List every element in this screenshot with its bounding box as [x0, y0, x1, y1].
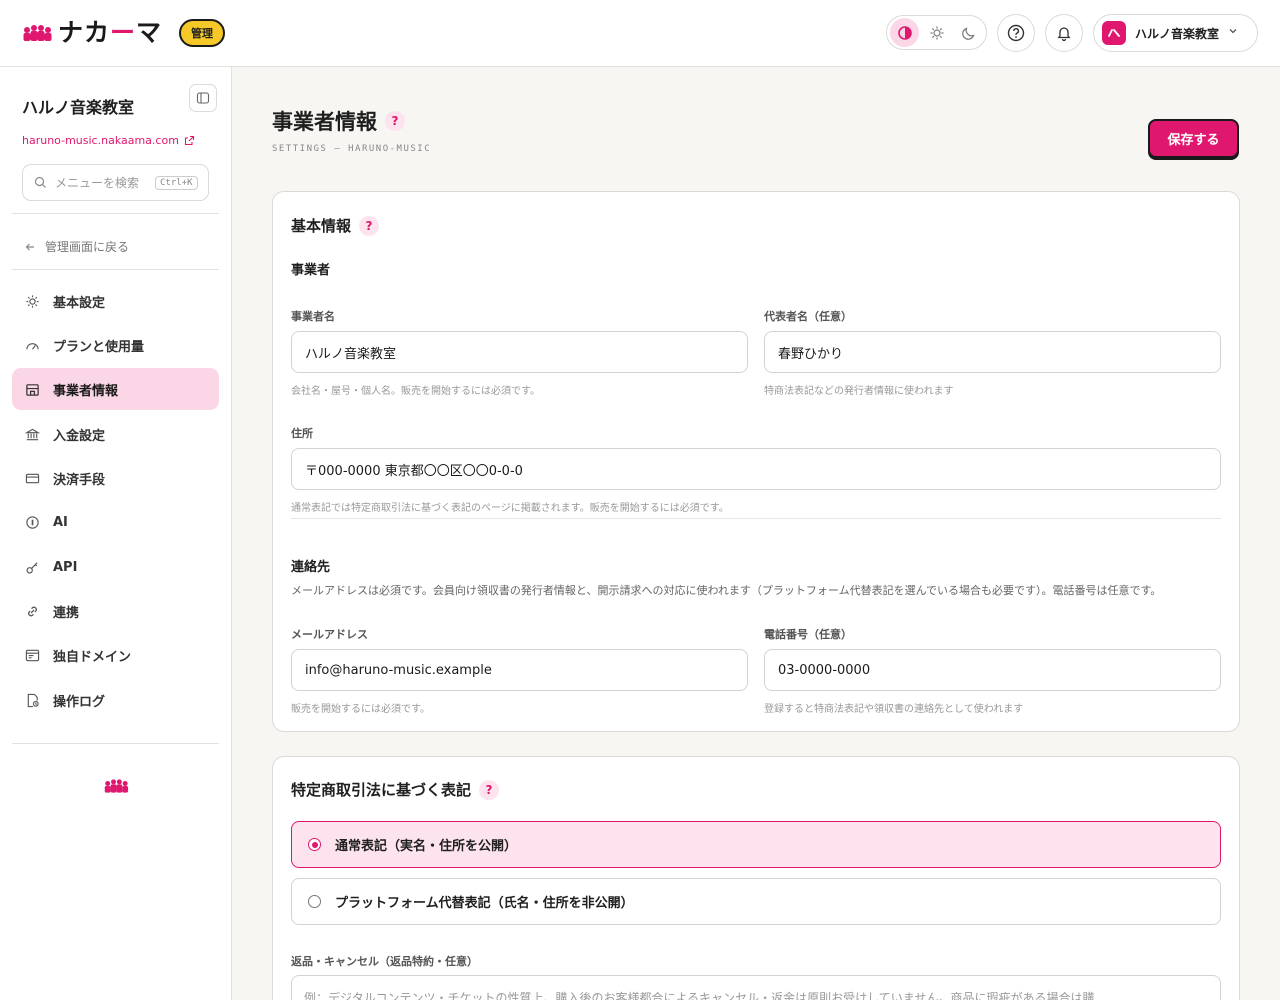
link-icon [28, 606, 37, 616]
sun-icon[interactable] [922, 18, 951, 47]
sidebar-item-integrations[interactable]: 連携 [12, 590, 219, 632]
contrast-icon[interactable] [890, 18, 919, 47]
bank-icon [25, 428, 40, 440]
save-button[interactable]: 保存する [1148, 119, 1239, 158]
search-icon [34, 176, 46, 188]
contact-description: メールアドレスは必須です。会員向け領収書の発行者情報と、開示請求への対応に使われ… [291, 584, 1162, 597]
page-title: 事業者情報 ? [272, 106, 405, 136]
shop-avatar-icon [1102, 21, 1126, 45]
sidebar-item-basic-settings[interactable]: 基本設定 [12, 280, 219, 322]
section-title-business: 事業者 [291, 263, 331, 278]
radio-button[interactable] [308, 895, 321, 908]
returns-label: 返品・キャンセル（返品特約・任意） [291, 955, 478, 968]
sidebar: ハルノ音楽教室 haruno-music.nakaama.com Ctrl+K … [0, 67, 232, 1000]
theme-switcher [886, 15, 987, 50]
option-normal-notation[interactable]: 通常表記（実名・住所を公開） [291, 821, 1221, 868]
people-logo-icon [102, 776, 130, 800]
basic-info-card: 基本情報 ? 事業者 事業者名 ハルノ音楽教室 会社名・屋号・個人名。販売を開始… [272, 191, 1240, 732]
representative-input[interactable]: 春野ひかり [764, 331, 1221, 373]
card-title: 基本情報 ? [291, 215, 380, 236]
menu-search-input[interactable] [55, 175, 155, 190]
email-label: メールアドレス [291, 628, 368, 641]
sidebar-divider [12, 743, 219, 744]
representative-hint: 特商法表記などの発行者情報に使われます [764, 386, 954, 397]
address-label: 住所 [291, 427, 313, 440]
sidebar-item-payment-methods[interactable]: 決済手段 [12, 457, 219, 499]
chevron-down-icon [1227, 25, 1239, 41]
external-link-icon [184, 135, 194, 146]
business-name-input[interactable]: ハルノ音楽教室 [291, 331, 748, 373]
back-to-admin-link[interactable]: 管理画面に戻る [24, 238, 129, 255]
sidebar-divider [12, 213, 219, 214]
option-label: プラットフォーム代替表記（氏名・住所を非公開） [335, 896, 634, 911]
bell-icon [1057, 27, 1071, 42]
domain-icon [25, 649, 40, 661]
option-platform-notation[interactable]: プラットフォーム代替表記（氏名・住所を非公開） [291, 878, 1221, 925]
help-icon[interactable]: ? [359, 215, 380, 236]
business-name-label: 事業者名 [291, 310, 335, 323]
log-icon [27, 693, 39, 707]
phone-hint: 登録すると特商法表記や領収書の連絡先として使われます [764, 704, 1024, 715]
help-button[interactable] [997, 14, 1035, 52]
representative-label: 代表者名（任意） [764, 310, 852, 323]
account-name: ハルノ音楽教室 [1135, 26, 1220, 41]
sidebar-divider [12, 269, 219, 270]
help-icon [1007, 24, 1025, 42]
ai-icon [26, 515, 39, 529]
sun-icon [26, 294, 39, 308]
sidebar-item-business-info[interactable]: 事業者情報 [12, 368, 219, 410]
phone-label: 電話番号（任意） [764, 628, 852, 641]
gauge-icon [26, 342, 39, 350]
top-bar: ナカーマ 管理 ハルノ音楽教室 [0, 0, 1280, 67]
moon-icon[interactable] [954, 18, 983, 47]
shortcut-hint: Ctrl+K [155, 175, 198, 190]
section-title-contact: 連絡先 [291, 560, 331, 575]
sidebar-panel-icon [196, 92, 210, 104]
radio-button-selected[interactable] [308, 838, 321, 851]
sidebar-shop-name: ハルノ音楽教室 [22, 98, 135, 117]
logo-text: ナカーマ [58, 18, 163, 47]
address-input[interactable]: 〒000-0000 東京都〇〇区〇〇0-0-0 [291, 448, 1221, 490]
account-switcher[interactable]: ハルノ音楽教室 [1093, 14, 1258, 52]
credit-card-icon [25, 473, 40, 483]
address-hint: 通常表記では特定商取引法に基づく表記のページに掲載されます。販売を開始するには必… [291, 503, 729, 514]
store-icon [26, 383, 39, 396]
key-icon [26, 561, 38, 573]
phone-input[interactable]: 03-0000-0000 [764, 649, 1221, 691]
sidebar-item-activity-log[interactable]: 操作ログ [12, 679, 219, 721]
sidebar-item-custom-domain[interactable]: 独自ドメイン [12, 634, 219, 676]
sidebar-item-payout-settings[interactable]: 入金設定 [12, 413, 219, 455]
admin-badge: 管理 [179, 19, 225, 47]
help-icon[interactable]: ? [479, 779, 500, 800]
section-divider [291, 518, 1221, 519]
site-url-link[interactable]: haruno-music.nakaama.com [22, 134, 195, 147]
brand-logo[interactable]: ナカーマ [22, 18, 162, 48]
sidebar-toggle-button[interactable] [189, 84, 217, 112]
people-logo-icon [22, 21, 52, 45]
card-title: 特定商取引法に基づく表記 ? [291, 779, 500, 800]
arrow-left-icon [25, 243, 34, 250]
notifications-button[interactable] [1045, 14, 1083, 52]
sidebar-item-api[interactable]: API [12, 546, 219, 588]
returns-textarea[interactable]: 例：デジタルコンテンツ・チケットの性質上、購入後のお客様都合によるキャンセル・返… [291, 975, 1221, 1000]
email-input[interactable]: info@haruno-music.example [291, 649, 748, 691]
legal-notation-card: 特定商取引法に基づく表記 ? 通常表記（実名・住所を公開） プラットフォーム代替… [272, 756, 1240, 1000]
business-name-hint: 会社名・屋号・個人名。販売を開始するには必須です。 [291, 386, 540, 397]
help-icon[interactable]: ? [385, 111, 405, 131]
sidebar-item-plan-usage[interactable]: プランと使用量 [12, 324, 219, 366]
menu-search[interactable]: Ctrl+K [22, 164, 209, 201]
option-label: 通常表記（実名・住所を公開） [335, 839, 518, 854]
sidebar-item-ai[interactable]: AI [12, 501, 219, 543]
page-subtitle: SETTINGS — HARUNO-MUSIC [272, 144, 432, 154]
email-hint: 販売を開始するには必須です。 [291, 704, 430, 715]
